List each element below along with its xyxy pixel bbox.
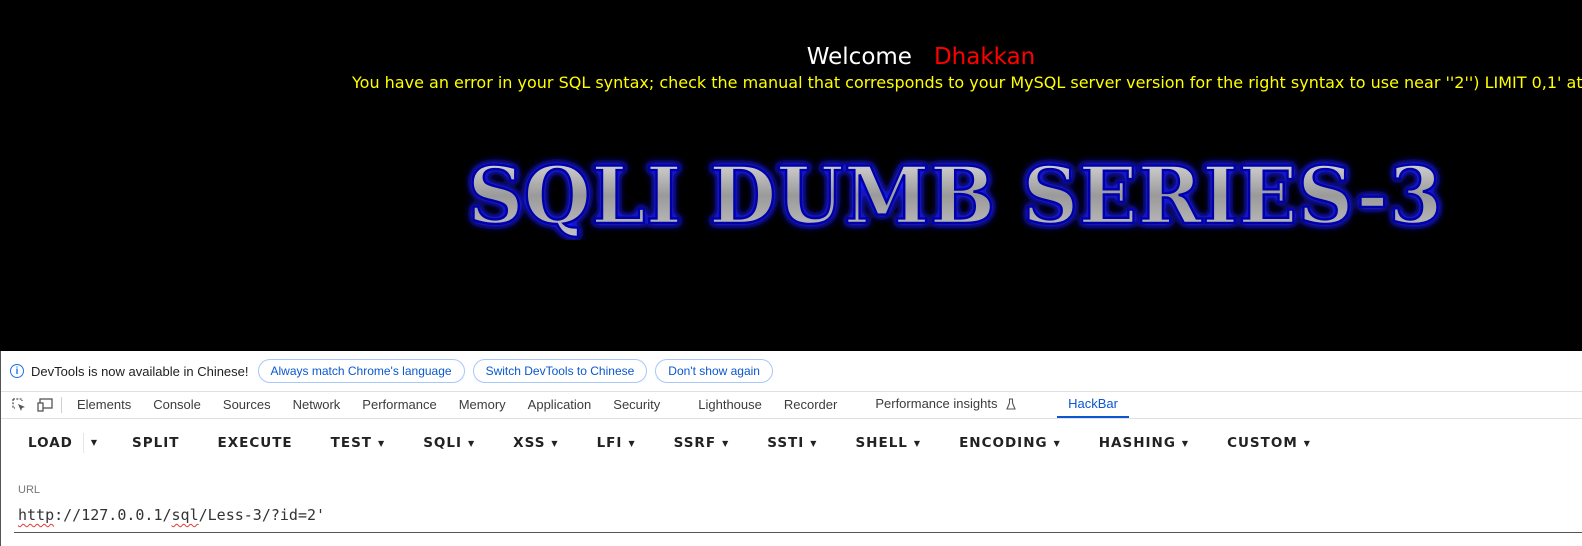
execute-button[interactable]: EXECUTE xyxy=(199,435,312,451)
url-input-underline xyxy=(14,532,1582,533)
flask-icon xyxy=(1006,393,1016,419)
tab-lighthouse[interactable]: Lighthouse xyxy=(687,392,773,418)
web-page: Welcome Dhakkan You have an error in your… xyxy=(0,0,1582,351)
url-scheme: http xyxy=(18,506,55,524)
chevron-down-icon: ▼ xyxy=(1303,438,1311,448)
welcome-name: Dhakkan xyxy=(933,44,1036,70)
tab-elements[interactable]: Elements xyxy=(66,392,142,418)
chevron-down-icon: ▼ xyxy=(1053,438,1061,448)
inspect-element-icon[interactable] xyxy=(11,397,27,413)
chevron-down-icon: ▼ xyxy=(1181,438,1190,448)
url-sql-segment: sql xyxy=(171,506,199,524)
ssrf-menu-button[interactable]: SSRF ▼ xyxy=(655,435,749,451)
tab-memory[interactable]: Memory xyxy=(448,392,517,418)
ssti-label: SSTI xyxy=(767,435,805,451)
lfi-label: LFI xyxy=(596,435,623,451)
info-icon: i xyxy=(10,364,24,378)
split-label: SPLIT xyxy=(132,435,180,451)
tab-hackbar[interactable]: HackBar xyxy=(1057,392,1129,418)
banner-text: SQLI DUMB SERIES-3 xyxy=(468,149,1443,240)
tab-performance-insights-label: Performance insights xyxy=(875,396,998,411)
shell-menu-button[interactable]: SHELL ▼ xyxy=(836,435,940,451)
tab-sources[interactable]: Sources xyxy=(212,392,282,418)
test-menu-button[interactable]: TEST ▼ xyxy=(312,435,405,451)
custom-menu-button[interactable]: CUSTOM ▼ xyxy=(1208,435,1330,451)
chevron-down-icon: ▼ xyxy=(551,438,559,448)
tab-application[interactable]: Application xyxy=(517,392,603,418)
tabbar-separator xyxy=(61,397,62,413)
url-path: /Less-3/?id=2' xyxy=(198,506,326,524)
xss-label: XSS xyxy=(513,435,546,451)
ssrf-label: SSRF xyxy=(673,435,717,451)
tab-security[interactable]: Security xyxy=(602,392,671,418)
devtools-panel: i DevTools is now available in Chinese! … xyxy=(0,351,1582,546)
welcome-label: Welcome xyxy=(806,44,912,70)
tab-performance[interactable]: Performance xyxy=(351,392,447,418)
chevron-down-icon: ▼ xyxy=(628,438,636,448)
chevron-down-icon: ▼ xyxy=(378,438,386,448)
load-button[interactable]: LOAD xyxy=(1,435,83,451)
sql-error-message: You have an error in your SQL syntax; ch… xyxy=(352,73,1582,92)
xss-menu-button[interactable]: XSS ▼ xyxy=(494,435,577,451)
hackbar-toolbar: LOAD ▼ SPLIT EXECUTE TEST ▼ SQLI ▼ XSS ▼ LF… xyxy=(1,425,1330,461)
tab-network[interactable]: Network xyxy=(282,392,352,418)
sqli-menu-button[interactable]: SQLI ▼ xyxy=(404,435,494,451)
switch-to-chinese-button[interactable]: Switch DevTools to Chinese xyxy=(472,359,648,383)
execute-label: EXECUTE xyxy=(217,435,293,451)
url-host: ://127.0.0.1/ xyxy=(54,506,172,524)
hashing-label: HASHING xyxy=(1098,435,1176,451)
banner-title: SQLI DUMB SERIES-3 xyxy=(460,145,1450,240)
chevron-down-icon: ▼ xyxy=(468,438,476,448)
dont-show-again-button[interactable]: Don't show again xyxy=(655,359,773,383)
url-input[interactable]: http://127.0.0.1/sql/Less-3/?id=2' xyxy=(18,506,325,524)
url-field-label: URL xyxy=(18,484,41,496)
test-label: TEST xyxy=(330,435,373,451)
tab-recorder[interactable]: Recorder xyxy=(773,392,848,418)
chevron-down-icon: ▼ xyxy=(913,438,922,448)
encoding-menu-button[interactable]: ENCODING ▼ xyxy=(940,435,1080,451)
tab-console[interactable]: Console xyxy=(142,392,212,418)
welcome-line: Welcome Dhakkan xyxy=(0,44,1582,70)
shell-label: SHELL xyxy=(855,435,908,451)
load-dropdown-icon[interactable]: ▼ xyxy=(82,433,105,453)
split-button[interactable]: SPLIT xyxy=(113,435,198,451)
devtools-language-infobar: i DevTools is now available in Chinese! … xyxy=(1,351,1582,391)
infobar-message: DevTools is now available in Chinese! xyxy=(31,363,249,379)
device-toolbar-icon[interactable] xyxy=(37,397,53,413)
chevron-down-icon: ▼ xyxy=(810,438,818,448)
ssti-menu-button[interactable]: SSTI ▼ xyxy=(748,435,836,451)
devtools-tabbar: Elements Console Sources Network Perform… xyxy=(1,391,1582,419)
match-language-button[interactable]: Always match Chrome's language xyxy=(257,359,465,383)
hashing-menu-button[interactable]: HASHING ▼ xyxy=(1080,435,1208,451)
lfi-menu-button[interactable]: LFI ▼ xyxy=(578,435,655,451)
chevron-down-icon: ▼ xyxy=(722,438,730,448)
sqli-label: SQLI xyxy=(423,435,463,451)
encoding-label: ENCODING xyxy=(959,435,1048,451)
tab-performance-insights[interactable]: Performance insights xyxy=(864,391,1027,419)
custom-label: CUSTOM xyxy=(1227,435,1298,451)
